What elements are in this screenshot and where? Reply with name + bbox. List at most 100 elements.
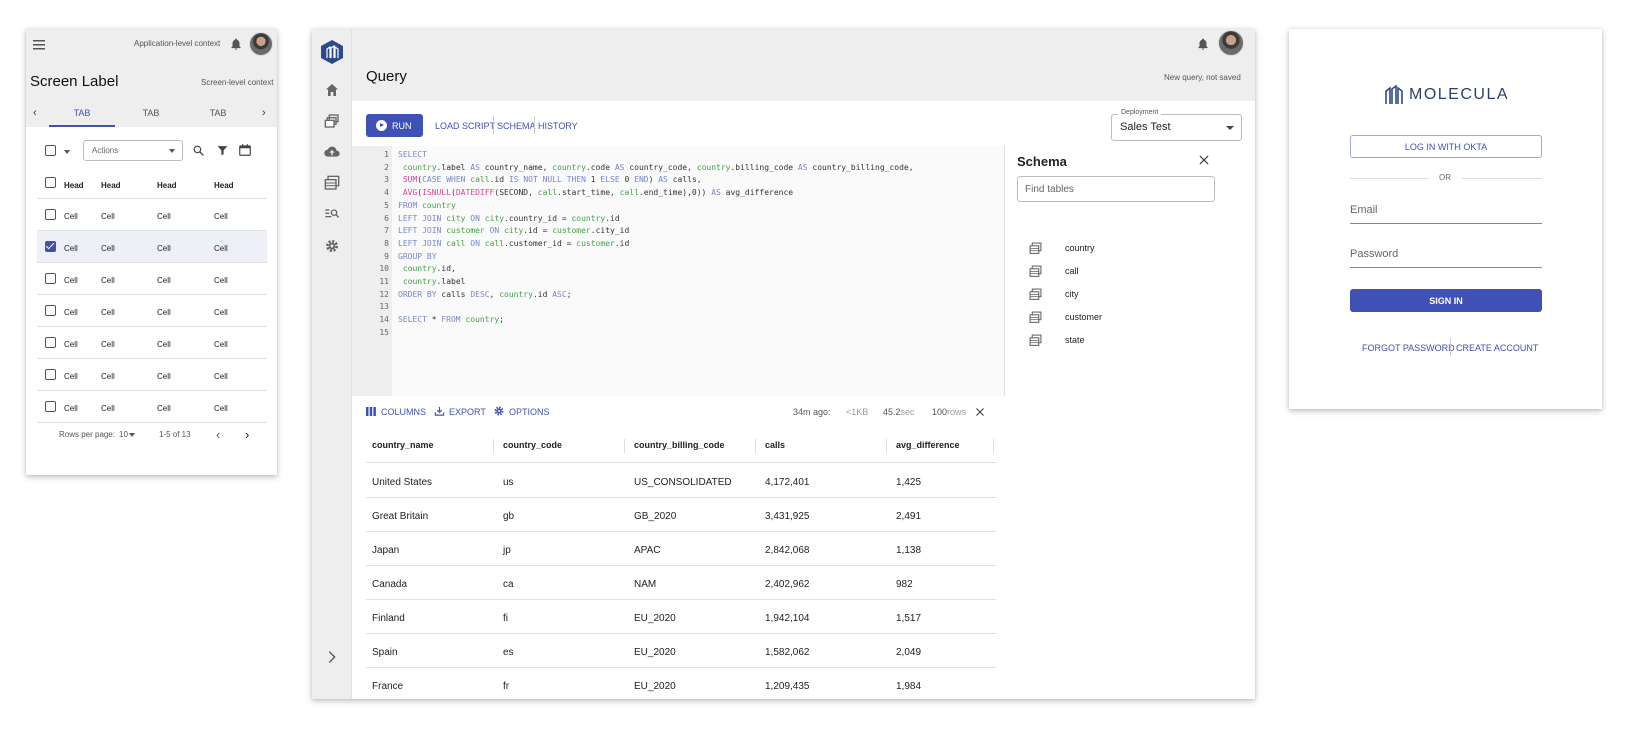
- calendar-icon[interactable]: [238, 143, 252, 157]
- column-divider[interactable]: [624, 439, 625, 453]
- code-line[interactable]: ORDER BY calls DESC, country.id ASC;: [398, 290, 572, 299]
- cloud-upload-icon[interactable]: [324, 144, 340, 160]
- forgot-password-link[interactable]: FORGOT PASSWORD: [1362, 343, 1455, 353]
- molecula-logo-icon[interactable]: [320, 39, 344, 65]
- table-row[interactable]: Cell Cell Cell Cell: [37, 295, 267, 327]
- row-checkbox[interactable]: [45, 337, 56, 348]
- expand-chevron-icon[interactable]: [324, 649, 340, 665]
- column-divider[interactable]: [493, 439, 494, 453]
- row-checkbox[interactable]: [45, 401, 56, 412]
- column-header[interactable]: country_code: [503, 440, 562, 450]
- column-divider[interactable]: [886, 439, 887, 453]
- code-line[interactable]: GROUP BY: [398, 252, 437, 261]
- chevron-down-icon[interactable]: [1226, 126, 1234, 130]
- tab-3[interactable]: TAB: [185, 108, 251, 118]
- table-row[interactable]: France fr EU_2020 1,209,435 1,984: [366, 668, 996, 699]
- table-row[interactable]: Great Britain gb GB_2020 3,431,925 2,491: [366, 498, 996, 532]
- table-icon: [1029, 242, 1042, 254]
- close-icon[interactable]: [1197, 153, 1211, 167]
- table-row[interactable]: Cell Cell Cell Cell: [37, 327, 267, 359]
- deployment-value[interactable]: Sales Test: [1120, 121, 1171, 133]
- okta-login-button[interactable]: LOG IN WITH OKTA: [1350, 135, 1542, 158]
- row-checkbox[interactable]: [45, 209, 56, 220]
- find-tables-input[interactable]: Find tables: [1017, 176, 1215, 202]
- tab-2[interactable]: TAB: [118, 108, 184, 118]
- run-button[interactable]: RUN: [366, 114, 423, 137]
- column-header[interactable]: Head: [157, 181, 177, 190]
- row-checkbox[interactable]: [45, 305, 56, 316]
- column-header[interactable]: country_name: [372, 440, 434, 450]
- table-row[interactable]: Spain es EU_2020 1,582,062 2,049: [366, 634, 996, 668]
- table-row[interactable]: Cell Cell Cell Cell: [37, 391, 267, 423]
- row-checkbox[interactable]: [45, 369, 56, 380]
- column-header[interactable]: Head: [101, 181, 121, 190]
- rows-per-page-select[interactable]: 10: [119, 430, 128, 439]
- table-row[interactable]: Cell Cell Cell Cell: [37, 359, 267, 391]
- table-row[interactable]: Cell Cell Cell Cell: [37, 231, 267, 263]
- column-header[interactable]: avg_difference: [896, 440, 960, 450]
- code-line[interactable]: country.id,: [398, 264, 456, 273]
- sql-editor[interactable]: 1 2 3 4 5 6 7 8 9 10 11 12 13 14 15 SELECT country.lab…: [352, 146, 1005, 396]
- table-row[interactable]: United States us US_CONSOLIDATED 4,172,401 1…: [366, 464, 996, 498]
- query-search-icon[interactable]: [324, 206, 340, 222]
- password-field[interactable]: Password: [1350, 248, 1542, 268]
- column-header[interactable]: Head: [214, 181, 234, 190]
- chevron-down-icon[interactable]: [64, 150, 70, 154]
- table-row[interactable]: Cell Cell Cell Cell: [37, 199, 267, 231]
- history-link[interactable]: HISTORY: [538, 121, 578, 131]
- table-stack-icon[interactable]: [324, 175, 340, 191]
- code-line[interactable]: country.label AS country_name, country.c…: [398, 163, 914, 172]
- avatar[interactable]: [249, 32, 273, 56]
- column-header[interactable]: calls: [765, 440, 785, 450]
- table-row[interactable]: Canada ca NAM 2,402,962 982: [366, 566, 996, 600]
- code-line[interactable]: LEFT JOIN customer ON city.id = customer…: [398, 226, 629, 235]
- row-checkbox[interactable]: [45, 273, 56, 284]
- row-checkbox[interactable]: [45, 241, 56, 252]
- code-line[interactable]: FROM country: [398, 201, 456, 210]
- column-header[interactable]: country_billing_code: [634, 440, 725, 450]
- menu-icon[interactable]: [32, 37, 48, 53]
- chevron-right-icon[interactable]: ›: [262, 107, 266, 119]
- load-script-link[interactable]: LOAD SCRIPT: [435, 121, 495, 131]
- code-line[interactable]: SELECT * FROM country;: [398, 315, 504, 324]
- column-divider[interactable]: [993, 439, 994, 453]
- table-cell: Cell: [214, 244, 228, 253]
- avatar[interactable]: [1218, 30, 1244, 56]
- collections-icon[interactable]: [324, 113, 340, 129]
- sign-in-button[interactable]: SIGN IN: [1350, 289, 1542, 312]
- prev-page-icon[interactable]: ‹: [216, 427, 220, 442]
- code-line[interactable]: SELECT: [398, 150, 427, 159]
- options-button[interactable]: OPTIONS: [509, 407, 550, 417]
- table-row[interactable]: Japan jp APAC 2,842,068 1,138: [366, 532, 996, 566]
- page-title: Query: [366, 68, 407, 85]
- next-page-icon[interactable]: ›: [245, 427, 249, 442]
- column-divider[interactable]: [755, 439, 756, 453]
- header-checkbox[interactable]: [45, 177, 56, 188]
- column-header[interactable]: Head: [64, 181, 84, 190]
- select-all-checkbox[interactable]: [45, 145, 56, 156]
- create-account-link[interactable]: CREATE ACCOUNT: [1456, 343, 1538, 353]
- close-icon[interactable]: [974, 406, 986, 418]
- actions-select[interactable]: Actions: [83, 140, 183, 161]
- line-number: 5: [384, 200, 389, 210]
- schema-link[interactable]: SCHEMA: [497, 121, 536, 131]
- email-field[interactable]: Email: [1350, 204, 1542, 224]
- code-line[interactable]: LEFT JOIN city ON city.country_id = coun…: [398, 214, 620, 223]
- home-icon[interactable]: [324, 82, 340, 98]
- code-line[interactable]: SUM(CASE WHEN call.id IS NOT NULL THEN 1…: [398, 175, 702, 184]
- export-button[interactable]: EXPORT: [449, 407, 486, 417]
- code-line[interactable]: country.label: [398, 277, 466, 286]
- settings-gear-icon[interactable]: [324, 238, 340, 254]
- filter-icon[interactable]: [216, 144, 229, 157]
- table-row[interactable]: Cell Cell Cell Cell: [37, 263, 267, 295]
- code-line[interactable]: LEFT JOIN call ON call.customer_id = cus…: [398, 239, 629, 248]
- chevron-down-icon[interactable]: [129, 433, 135, 437]
- table-row[interactable]: Finland fi EU_2020 1,942,104 1,517: [366, 600, 996, 634]
- columns-button[interactable]: COLUMNS: [381, 407, 426, 417]
- code-line[interactable]: AVG(ISNULL(DATEDIFF(SECOND, call.start_t…: [398, 188, 793, 197]
- search-icon[interactable]: [192, 144, 205, 157]
- chevron-left-icon[interactable]: ‹: [33, 107, 37, 119]
- bell-icon[interactable]: [229, 37, 243, 51]
- bell-icon[interactable]: [1196, 37, 1210, 51]
- tab-1[interactable]: TAB: [49, 108, 115, 118]
